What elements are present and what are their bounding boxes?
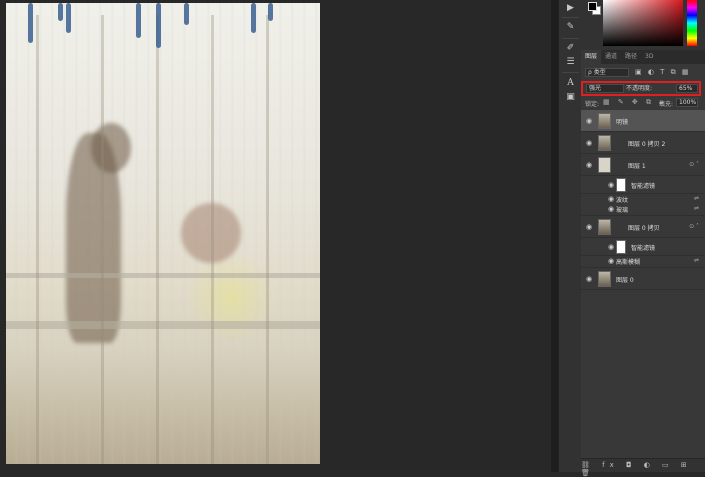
filter-name: 高斯模糊 xyxy=(616,259,641,266)
filter-name: 波纹 xyxy=(616,197,629,204)
window-frame xyxy=(6,321,320,329)
filter-icons[interactable]: ▣ ◐ T ⧉ ▦ xyxy=(635,68,691,77)
layer-thumbnail xyxy=(598,113,611,129)
filter-options-icon[interactable]: ⇌ xyxy=(694,195,699,202)
opacity-input[interactable]: 65% xyxy=(676,84,698,93)
filter-row[interactable]: ◉ 高斯模糊 ⇌ xyxy=(581,256,705,268)
right-panel: 图层 通道 路径 3D ρ 类型 ▣ ◐ T ⧉ ▦ 强光 不透明度: 65% … xyxy=(581,0,705,477)
tab-paths[interactable]: 路径 xyxy=(621,50,641,64)
tab-channels[interactable]: 通道 xyxy=(601,50,621,64)
layer-row[interactable]: ◉ 图层 1 ⊙ ˄ xyxy=(581,154,705,176)
blend-row: 强光 不透明度: 65% xyxy=(581,81,705,96)
layer-name: 图层 0 拷贝 2 xyxy=(628,141,666,148)
layer-action-icons[interactable]: ⛓ fx ◘ ◐ ▭ ⊞ 🗑︎ xyxy=(581,461,699,477)
layer-row[interactable]: ◉ 明镜 xyxy=(581,110,705,132)
lock-label: 锁定: xyxy=(585,101,600,108)
filter-options-icon[interactable]: ⇌ xyxy=(694,257,699,264)
opacity-label: 不透明度: xyxy=(626,85,653,92)
eye-icon[interactable]: ◉ xyxy=(586,275,592,283)
window-sill xyxy=(6,273,320,278)
layer-row[interactable]: ◉ 图层 0 拷贝 ⊙ ˄ xyxy=(581,216,705,238)
brush-icon[interactable]: ✐ xyxy=(564,43,577,54)
layer-name: 明镜 xyxy=(616,119,629,126)
layer-name: 图层 0 拷贝 xyxy=(628,225,660,232)
document-image[interactable] xyxy=(6,3,320,464)
eyedropper-icon[interactable]: ✎ xyxy=(564,22,577,33)
fill-label: 填充: xyxy=(659,101,674,108)
smart-filter-row[interactable]: ◉ 智能滤镜 xyxy=(581,238,705,256)
filter-row[interactable]: ◉ 波纹 ⇌ xyxy=(581,194,705,204)
filter-mask-thumbnail xyxy=(616,240,626,254)
eye-icon[interactable]: ◉ xyxy=(608,181,614,189)
fill-input[interactable]: 100% xyxy=(676,98,698,107)
filter-row[interactable]: ◉ 玻璃 ⇌ xyxy=(581,204,705,216)
layer-row[interactable]: ◉ 图层 0 拷贝 2 xyxy=(581,132,705,154)
layer-thumbnail xyxy=(598,157,611,173)
color-field[interactable] xyxy=(603,0,683,46)
window-glow xyxy=(186,253,276,343)
layers-bottom-bar: ⛓ fx ◘ ◐ ▭ ⊞ 🗑︎ xyxy=(581,458,705,477)
layer-filter-row: ρ 类型 ▣ ◐ T ⧉ ▦ xyxy=(581,66,705,79)
panel-tabs: 图层 通道 路径 3D xyxy=(581,50,705,64)
layer-thumbnail xyxy=(598,219,611,235)
smart-filter-label: 智能滤镜 xyxy=(631,245,656,252)
hue-slider[interactable] xyxy=(687,0,697,46)
layer-name: 图层 0 xyxy=(616,277,634,284)
eye-icon[interactable]: ◉ xyxy=(608,243,614,251)
color-picker xyxy=(581,0,705,50)
smart-filter-row[interactable]: ◉ 智能滤镜 xyxy=(581,176,705,194)
eye-icon[interactable]: ◉ xyxy=(608,257,614,265)
foreground-swatch[interactable] xyxy=(588,2,597,11)
eye-icon[interactable]: ◉ xyxy=(586,139,592,147)
text-icon[interactable]: A xyxy=(564,78,577,89)
smart-object-icon: ⊙ ˄ xyxy=(689,161,699,168)
panel-gutter xyxy=(551,0,558,472)
eye-icon[interactable]: ◉ xyxy=(608,205,614,213)
filter-mask-thumbnail xyxy=(616,178,626,192)
smart-filter-label: 智能滤镜 xyxy=(631,183,656,190)
tool-strip: ▶ ✎ ✐ ☰ A ▣ xyxy=(558,0,581,472)
layers-list: ◉ 明镜 ◉ 图层 0 拷贝 2 ◉ 图层 1 ⊙ ˄ ◉ 智能滤镜 ◉ 波纹 … xyxy=(581,110,705,290)
sliders-icon[interactable]: ☰ xyxy=(564,57,577,68)
tab-3d[interactable]: 3D xyxy=(641,50,657,64)
play-icon[interactable]: ▶ xyxy=(564,3,577,14)
mask-icon[interactable]: ▣ xyxy=(564,92,577,103)
person-head xyxy=(91,123,131,173)
layer-thumbnail xyxy=(598,271,611,287)
layer-thumbnail xyxy=(598,135,611,151)
filter-options-icon[interactable]: ⇌ xyxy=(694,205,699,212)
smart-object-icon: ⊙ ˄ xyxy=(689,223,699,230)
blend-mode-select[interactable]: 强光 xyxy=(586,84,624,93)
layer-row[interactable]: ◉ 图层 0 xyxy=(581,268,705,290)
eye-icon[interactable]: ◉ xyxy=(586,223,592,231)
lock-row: 锁定: ▦ ✎ ✥ ⧉ 🔒︎ 填充: 100% xyxy=(581,97,705,109)
filter-name: 玻璃 xyxy=(616,207,629,214)
layer-kind-filter[interactable]: ρ 类型 xyxy=(585,68,629,77)
lock-icons[interactable]: ▦ ✎ ✥ ⧉ 🔒︎ xyxy=(603,98,666,107)
tab-layers[interactable]: 图层 xyxy=(581,50,602,64)
eye-icon[interactable]: ◉ xyxy=(586,117,592,125)
layer-name: 图层 1 xyxy=(628,163,646,170)
canvas-area[interactable] xyxy=(0,0,551,472)
eye-icon[interactable]: ◉ xyxy=(608,195,614,203)
eye-icon[interactable]: ◉ xyxy=(586,161,592,169)
